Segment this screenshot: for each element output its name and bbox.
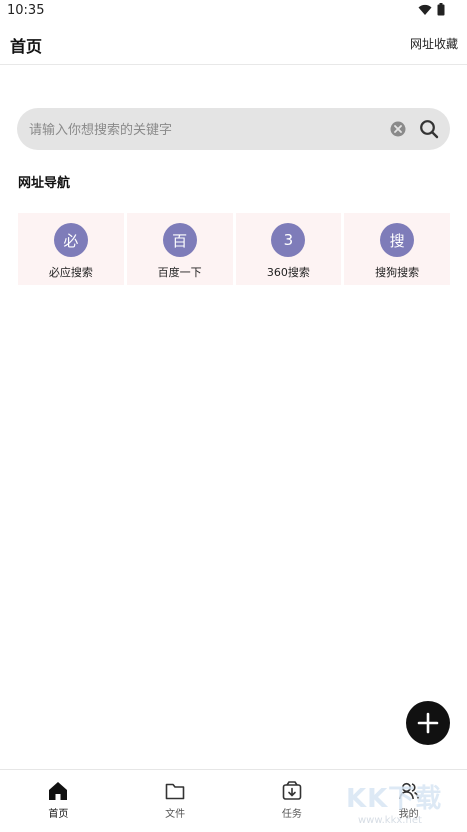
status-time: 10:35 <box>7 3 45 18</box>
clear-icon[interactable] <box>390 121 406 137</box>
nav-badge: 搜 <box>380 223 415 257</box>
bottom-nav: 首页 文件 任务 我的 <box>0 769 467 832</box>
search-input[interactable] <box>27 108 391 152</box>
nav-label: 搜狗搜索 <box>375 266 420 279</box>
nav-tile-sogou[interactable]: 搜 搜狗搜索 <box>344 213 450 285</box>
bookmarks-button[interactable]: 网址收藏 <box>410 35 458 52</box>
plus-icon <box>417 712 439 734</box>
folder-icon <box>165 783 185 800</box>
nav-tile-bing[interactable]: 必 必应搜索 <box>18 213 124 285</box>
page-title: 首页 <box>10 37 43 56</box>
battery-icon <box>437 3 445 16</box>
tab-home[interactable]: 首页 <box>0 770 117 832</box>
add-button[interactable] <box>406 701 450 745</box>
app-bar: 首页 网址收藏 <box>0 22 467 65</box>
nav-badge: 必 <box>53 223 88 257</box>
nav-grid: 必 必应搜索 百 百度一下 3 360搜索 搜 搜狗搜索 <box>18 213 450 287</box>
nav-section-title: 网址导航 <box>18 176 71 191</box>
tab-label: 首页 <box>48 809 69 820</box>
nav-tile-baidu[interactable]: 百 百度一下 <box>126 213 233 285</box>
task-icon <box>282 781 302 800</box>
tab-label: 我的 <box>398 809 419 820</box>
nav-badge: 百 <box>162 223 197 257</box>
nav-label: 百度一下 <box>157 266 202 279</box>
nav-label: 360搜索 <box>266 266 310 279</box>
status-bar: 10:35 <box>0 0 467 22</box>
status-icons <box>418 3 445 16</box>
search-bar <box>17 108 450 152</box>
wifi-icon <box>418 4 432 15</box>
nav-badge: 3 <box>271 223 306 257</box>
nav-label: 必应搜索 <box>48 266 93 279</box>
search-icon[interactable] <box>419 119 439 139</box>
tab-label: 文件 <box>165 809 186 820</box>
tab-label: 任务 <box>281 809 302 820</box>
tab-tasks[interactable]: 任务 <box>234 770 351 832</box>
profile-icon <box>398 782 419 800</box>
tab-profile[interactable]: 我的 <box>350 770 467 832</box>
tab-files[interactable]: 文件 <box>117 770 234 832</box>
nav-tile-360[interactable]: 3 360搜索 <box>235 213 342 285</box>
home-icon <box>49 782 68 800</box>
